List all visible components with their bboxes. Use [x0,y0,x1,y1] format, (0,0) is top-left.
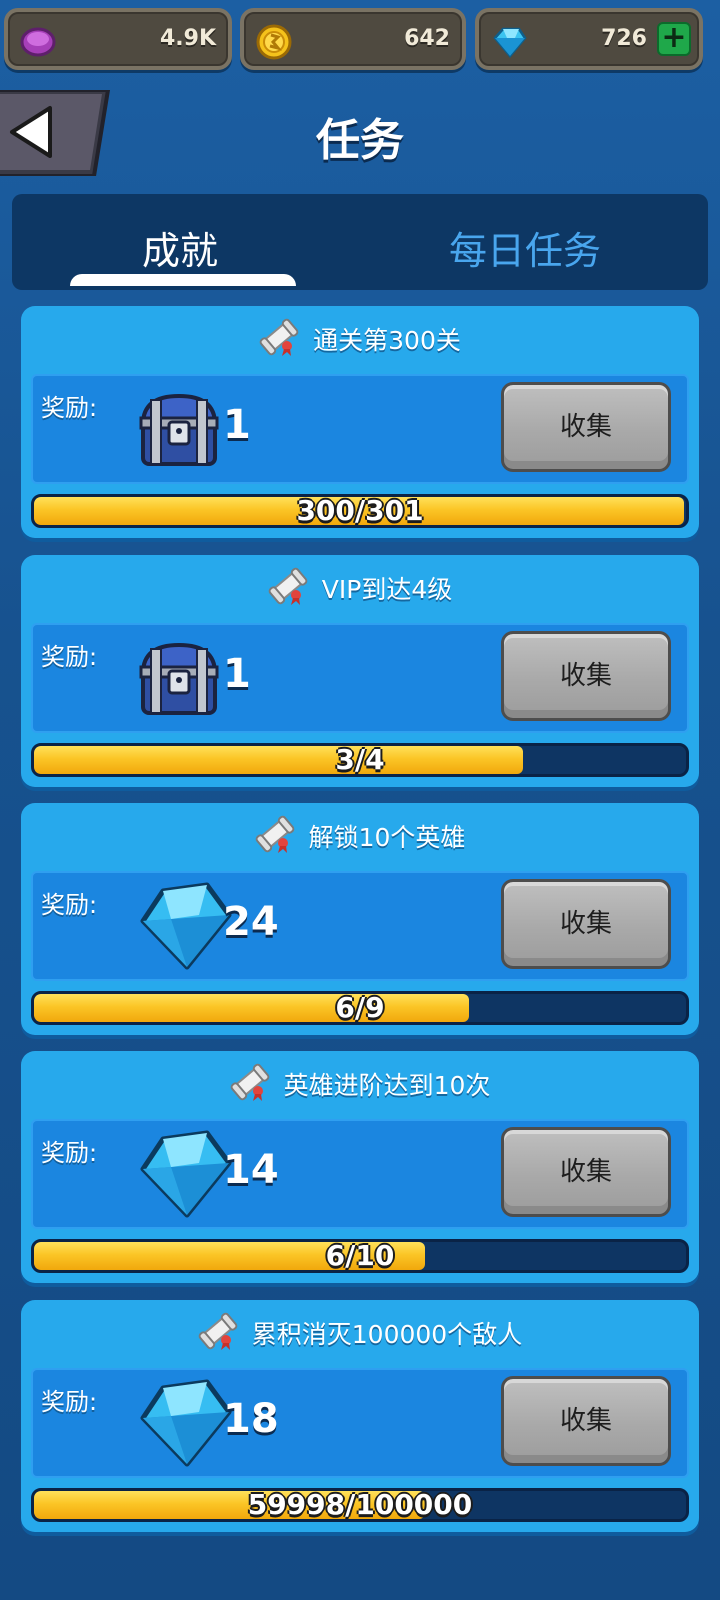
reward-label: 奖励: [41,643,98,671]
progress-text: 59998/100000 [247,1488,473,1521]
tab-achievements[interactable]: 成就 [142,220,218,275]
collect-button[interactable]: 收集 [501,1127,671,1217]
gold-coin-icon [256,24,292,60]
tab-daily-tasks[interactable]: 每日任务 [449,220,601,275]
reward-count: 1 [223,651,251,697]
progress-bar: 6/9 [31,991,689,1025]
task-card: VIP到达4级 奖励: 1 收集 3/4 [21,555,699,787]
chest-icon [137,390,221,474]
progress-text: 6/10 [325,1239,395,1272]
task-title: VIP到达4级 [321,575,453,604]
scroll-icon [255,814,295,858]
reward-count: 1 [223,402,251,448]
reward-label: 奖励: [41,394,98,422]
gem-icon [493,27,527,58]
task-title-row: 通关第300关 [21,318,699,360]
chest-icon [137,639,221,723]
scroll-icon [230,1062,270,1106]
task-card: 通关第300关 奖励: 1 收集 300/301 [21,306,699,538]
gem-currency-amount: 726 [601,26,647,51]
task-title: 通关第300关 [313,326,461,355]
task-card: 英雄进阶达到10次 奖励: 14 收集 6/10 [21,1051,699,1283]
task-card: 解锁10个英雄 奖励: 24 收集 6/9 [21,803,699,1035]
reward-label: 奖励: [41,891,98,919]
coin-currency-amount: 642 [404,26,450,51]
scroll-icon [198,1311,238,1355]
purple-coin-icon [20,27,56,57]
progress-bar: 300/301 [31,494,689,528]
currency-bar: 4.9K 642 726 + [0,8,720,70]
reward-count: 24 [223,899,279,945]
gem-icon [137,881,233,975]
progress-bar: 6/10 [31,1239,689,1273]
page-title: 任务 [316,115,404,166]
purple-currency-pill[interactable]: 4.9K [4,8,232,70]
progress-text: 300/301 [296,494,424,527]
reward-count: 14 [223,1147,279,1193]
task-title-row: VIP到达4级 [21,567,699,609]
gem-icon [137,1129,233,1223]
progress-bar: 59998/100000 [31,1488,689,1522]
gem-icon [137,1378,233,1472]
reward-count: 18 [223,1396,279,1442]
add-gems-button[interactable]: + [657,22,691,56]
task-title: 累积消灭100000个敌人 [251,1320,523,1349]
task-title-row: 累积消灭100000个敌人 [21,1312,699,1354]
reward-panel: 奖励: 14 收集 [31,1119,689,1229]
coin-currency-pill[interactable]: 642 [240,8,466,70]
progress-text: 3/4 [335,743,385,776]
collect-button[interactable]: 收集 [501,631,671,721]
tab-bar: 成就 每日任务 [12,194,708,290]
collect-button[interactable]: 收集 [501,382,671,472]
reward-panel: 奖励: 18 收集 [31,1368,689,1478]
task-title-row: 解锁10个英雄 [21,815,699,857]
purple-currency-amount: 4.9K [159,26,216,51]
task-title: 解锁10个英雄 [308,823,466,852]
task-title: 英雄进阶达到10次 [283,1071,491,1100]
collect-button[interactable]: 收集 [501,879,671,969]
reward-label: 奖励: [41,1139,98,1167]
task-title-row: 英雄进阶达到10次 [21,1063,699,1105]
progress-text: 6/9 [335,991,385,1024]
reward-panel: 奖励: 1 收集 [31,374,689,484]
task-card: 累积消灭100000个敌人 奖励: 18 收集 59998/100000 [21,1300,699,1532]
reward-panel: 奖励: 24 收集 [31,871,689,981]
active-tab-indicator [70,274,296,286]
collect-button[interactable]: 收集 [501,1376,671,1466]
scroll-icon [259,317,299,361]
reward-panel: 奖励: 1 收集 [31,623,689,733]
gem-currency-pill[interactable]: 726 + [475,8,703,70]
reward-label: 奖励: [41,1388,98,1416]
scroll-icon [268,566,308,610]
progress-bar: 3/4 [31,743,689,777]
